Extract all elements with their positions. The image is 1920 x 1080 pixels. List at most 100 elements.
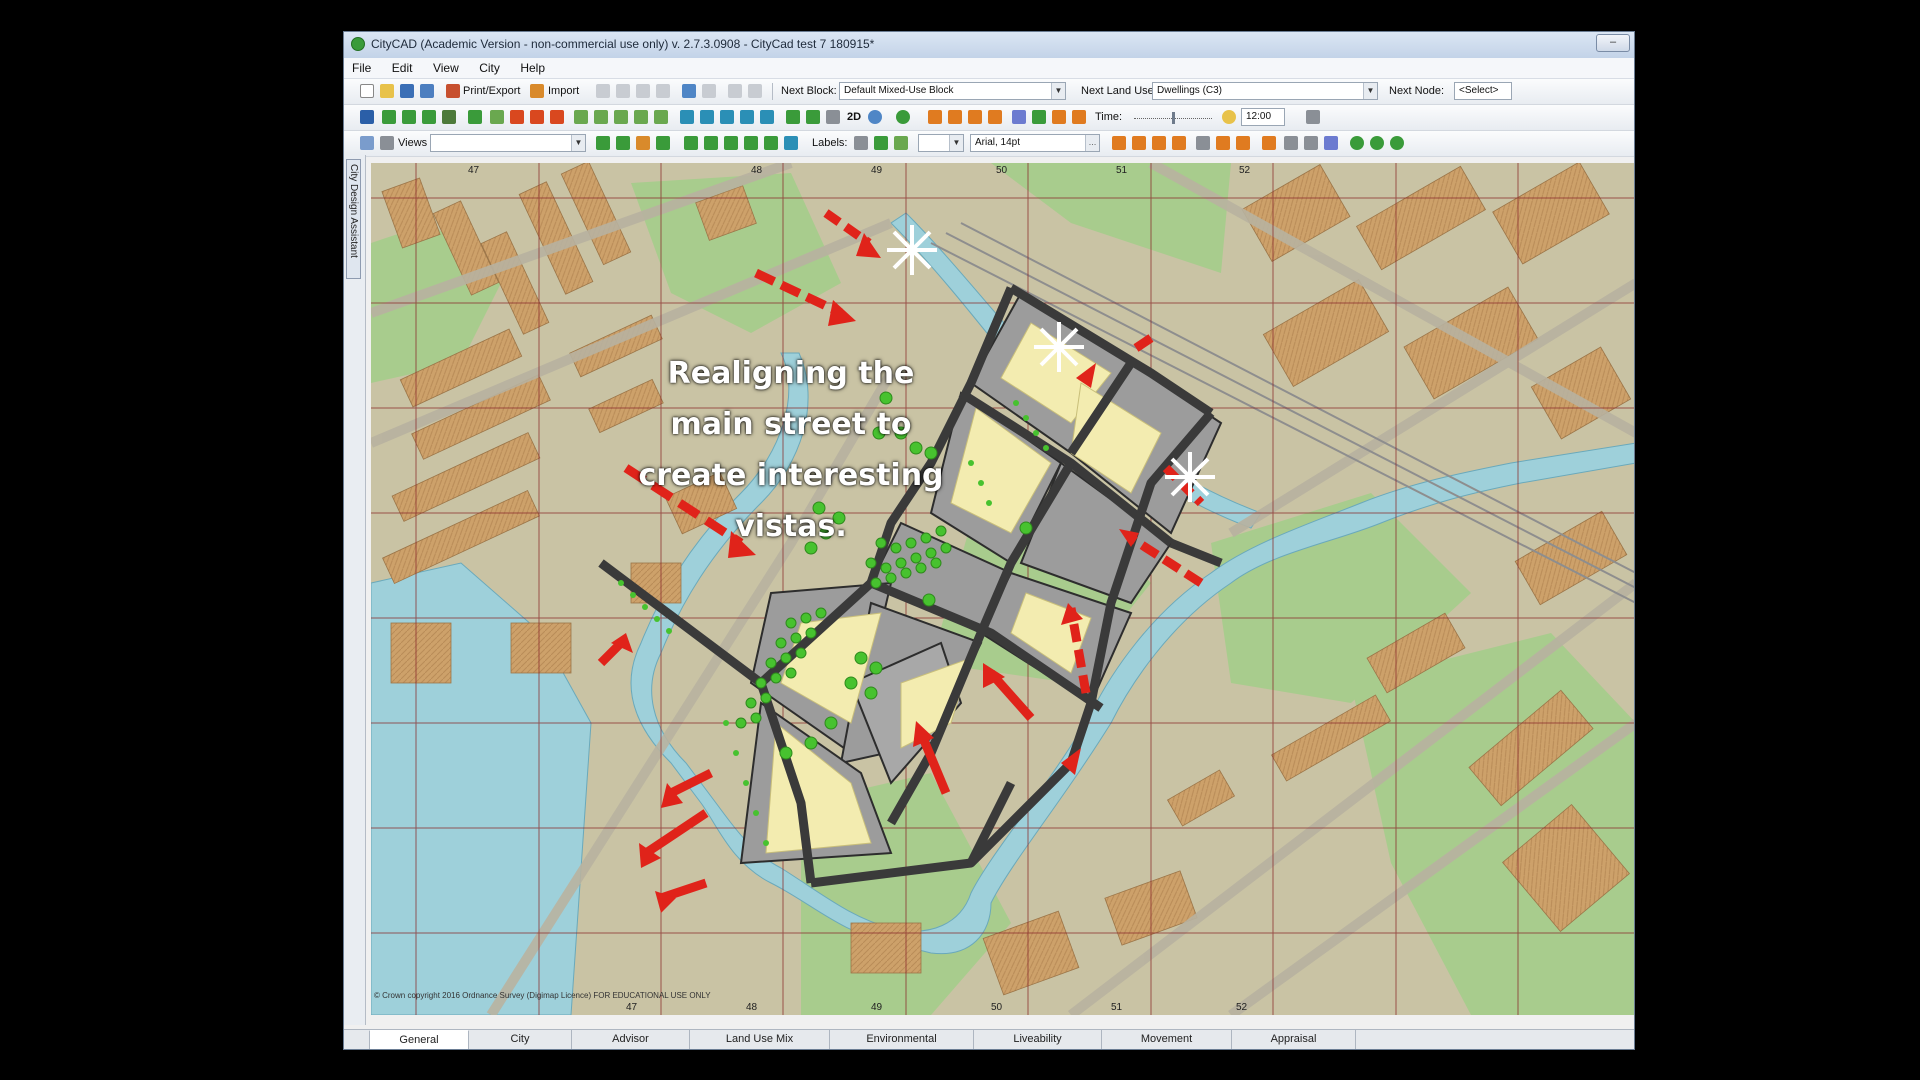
tab-environmental[interactable]: Environmental [830,1030,974,1049]
layer-toggle-3-icon[interactable] [968,110,982,124]
people-icon[interactable] [1012,110,1026,124]
tool-d-icon[interactable] [1172,136,1186,150]
tab-city[interactable]: City [469,1030,572,1049]
view-4-icon[interactable] [740,110,754,124]
menu-view[interactable]: View [425,58,467,75]
open-folder-icon[interactable] [380,84,394,98]
tab-land-use-mix[interactable]: Land Use Mix [690,1030,830,1049]
snap-icon[interactable] [684,136,698,150]
split-icon[interactable] [510,110,524,124]
font-select[interactable]: Arial, 14pt … [970,134,1100,152]
views-select[interactable]: ▼ [430,134,586,152]
grid-icon[interactable] [784,136,798,150]
tab-advisor[interactable]: Advisor [572,1030,690,1049]
view-save-icon[interactable] [656,136,670,150]
tool-c-icon[interactable] [1152,136,1166,150]
layers-icon[interactable] [826,110,840,124]
nav-back-icon[interactable] [1350,136,1364,150]
label-box-icon[interactable] [874,136,888,150]
line-style-select[interactable]: ▼ [918,134,964,152]
new-file-icon[interactable] [360,84,374,98]
edit-view-icon[interactable] [636,136,650,150]
menu-city[interactable]: City [471,58,508,75]
minimize-button[interactable]: – [1596,34,1630,52]
label-pen-icon[interactable] [854,136,868,150]
save-all-icon[interactable] [420,84,434,98]
tool-j-icon[interactable] [1304,136,1318,150]
select-arrow-icon[interactable] [360,110,374,124]
next-block-select[interactable]: Default Mixed-Use Block ▼ [839,82,1066,100]
map-canvas[interactable]: 47 48 49 50 51 52 47 48 49 50 51 52 Real… [371,163,1634,1015]
layer-toggle-1-icon[interactable] [928,110,942,124]
play-icon[interactable] [596,136,610,150]
next-node-select[interactable]: <Select> [1454,82,1512,100]
print-export-button[interactable]: Print/Export [463,85,520,97]
node-icon[interactable] [550,110,564,124]
shadow-chart-icon[interactable] [1306,110,1320,124]
highlight-2-icon[interactable] [1072,110,1086,124]
paste-icon[interactable] [636,84,650,98]
globe-icon[interactable] [806,110,820,124]
draw-street-icon[interactable] [468,110,482,124]
view-2-icon[interactable] [700,110,714,124]
tree-icon[interactable] [1032,110,1046,124]
view-3d-icon[interactable] [868,110,882,124]
block-tool-1-icon[interactable] [574,110,588,124]
layer-toggle-2-icon[interactable] [948,110,962,124]
copy-icon[interactable] [616,84,630,98]
tool-f-icon[interactable] [1216,136,1230,150]
move-icon[interactable] [596,84,610,98]
arrow-left-icon[interactable] [704,136,718,150]
time-input[interactable]: 12:00 [1241,108,1285,126]
nav-forward-icon[interactable] [1370,136,1384,150]
menu-edit[interactable]: Edit [384,58,421,75]
view-2d-button[interactable]: 2D [847,111,861,123]
rotate-icon[interactable] [402,110,416,124]
join-icon[interactable] [530,110,544,124]
block-tool-3-icon[interactable] [614,110,628,124]
tab-appraisal[interactable]: Appraisal [1232,1030,1356,1049]
block-tool-4-icon[interactable] [634,110,648,124]
view-3-icon[interactable] [720,110,734,124]
circle-icon[interactable] [724,136,738,150]
city-design-assistant-tab[interactable]: City Design Assistant [346,159,361,279]
menu-help[interactable]: Help [512,58,553,75]
refresh-icon[interactable] [786,110,800,124]
tool-i-icon[interactable] [1284,136,1298,150]
delete-icon[interactable] [656,84,670,98]
pan-icon[interactable] [382,110,396,124]
block-tool-5-icon[interactable] [654,110,668,124]
highlight-1-icon[interactable] [1052,110,1066,124]
save-icon[interactable] [400,84,414,98]
tool-g-icon[interactable] [1236,136,1250,150]
nav-up-icon[interactable] [1390,136,1404,150]
tool-h-icon[interactable] [1262,136,1276,150]
add-view-icon[interactable] [616,136,630,150]
tool-k-icon[interactable] [1324,136,1338,150]
undo-icon[interactable] [682,84,696,98]
tab-liveability[interactable]: Liveability [974,1030,1102,1049]
tool-a-icon[interactable] [1112,136,1126,150]
tab-movement[interactable]: Movement [1102,1030,1232,1049]
views-panel-icon[interactable] [360,136,374,150]
redo-icon[interactable] [702,84,716,98]
tab-general[interactable]: General [369,1030,469,1049]
edit-street-icon[interactable] [490,110,504,124]
block-tool-2-icon[interactable] [594,110,608,124]
zoom-icon[interactable] [422,110,436,124]
import-button[interactable]: Import [548,85,579,97]
view-1-icon[interactable] [680,110,694,124]
eye-icon[interactable] [744,136,758,150]
back-icon[interactable] [728,84,742,98]
time-slider-thumb[interactable] [1172,112,1175,124]
info-icon[interactable] [896,110,910,124]
filter-icon[interactable] [764,136,778,150]
tool-b-icon[interactable] [1132,136,1146,150]
forward-icon[interactable] [748,84,762,98]
wrench-icon[interactable] [380,136,394,150]
next-land-use-select[interactable]: Dwellings (C3) ▼ [1152,82,1378,100]
zoom-extents-icon[interactable] [442,110,456,124]
tool-e-icon[interactable] [1196,136,1210,150]
label-fill-icon[interactable] [894,136,908,150]
menu-file[interactable]: File [344,58,379,75]
